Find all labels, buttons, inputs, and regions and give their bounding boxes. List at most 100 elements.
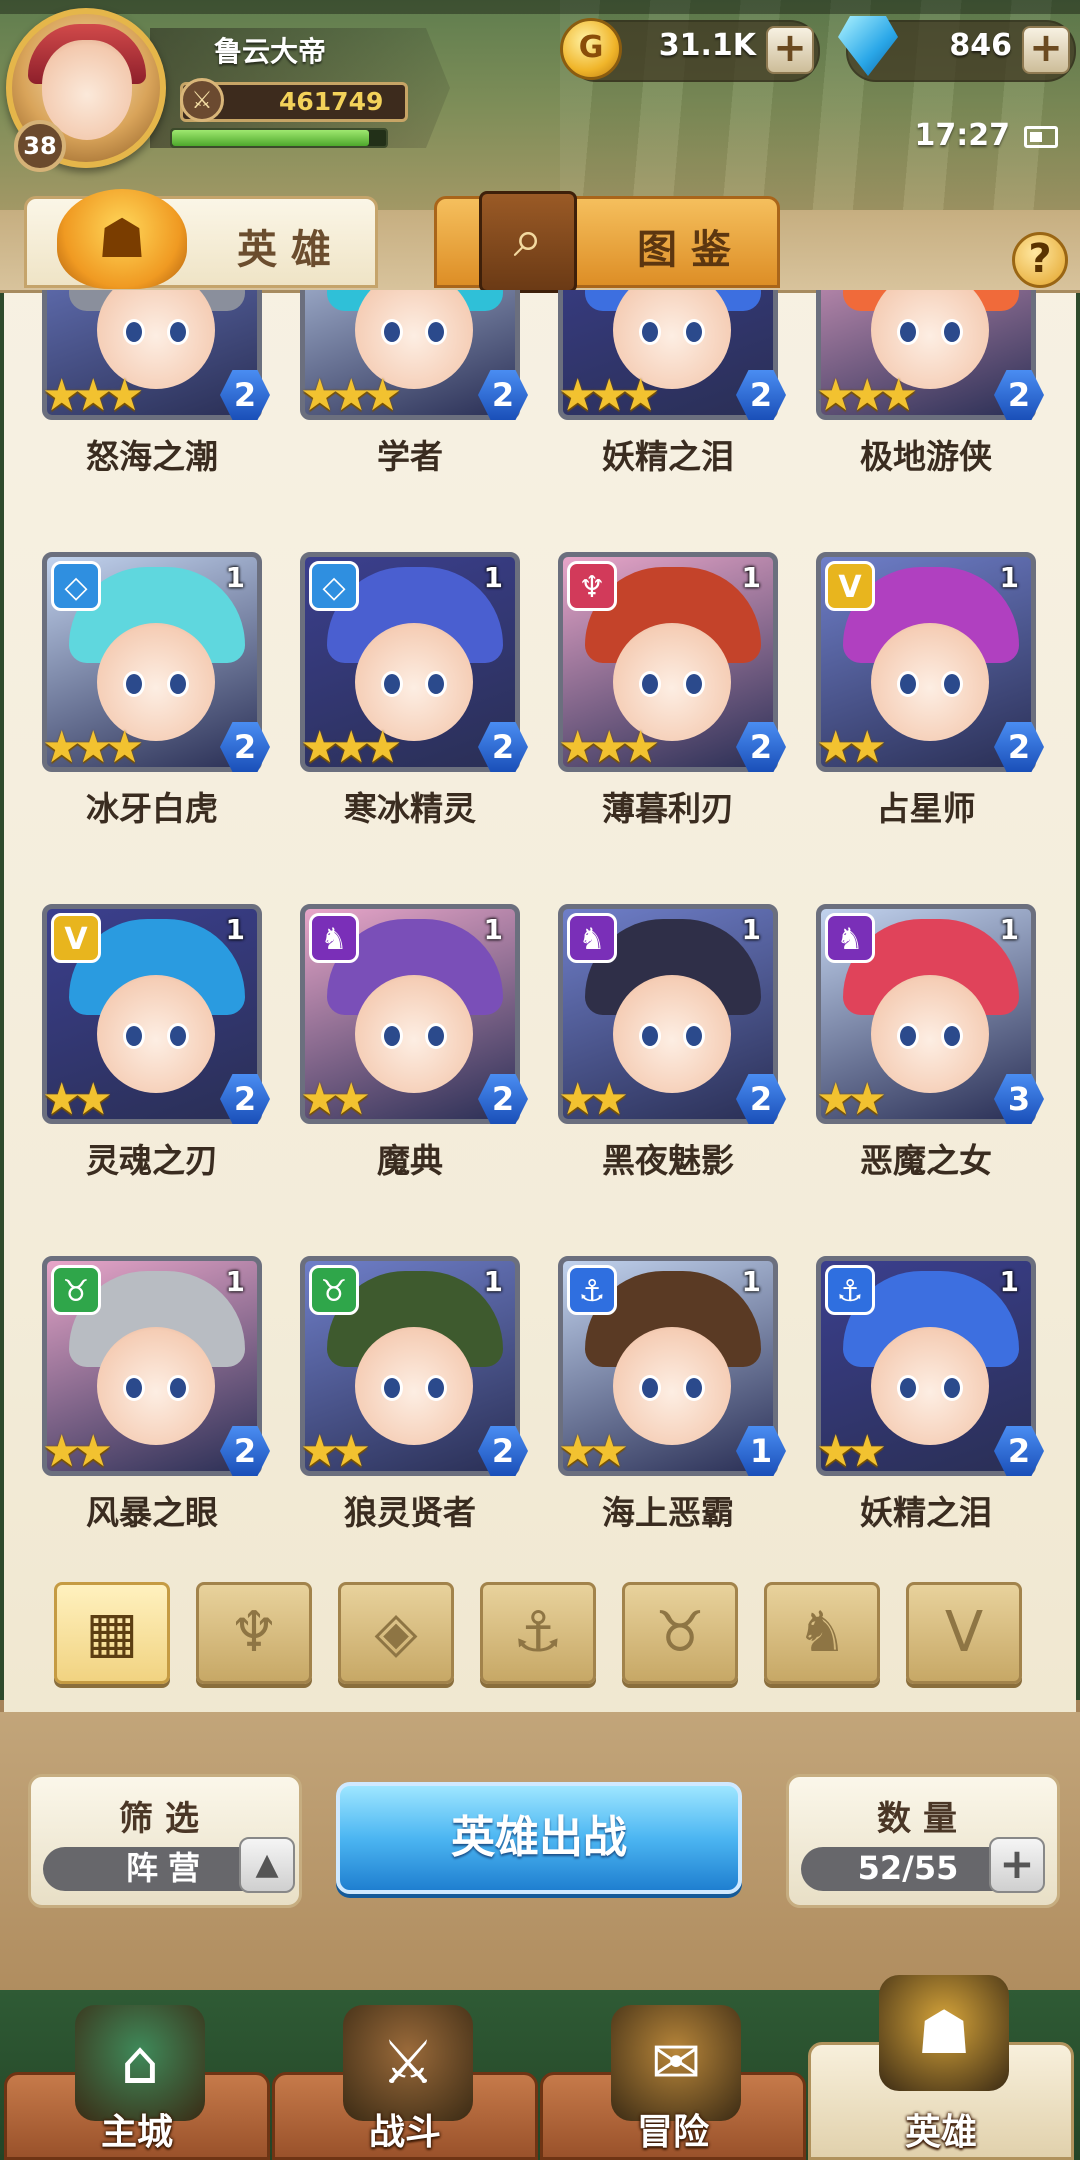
star-rating: ★★ [42, 1426, 113, 1477]
nav-tab-2[interactable]: ⚔ 战斗 [272, 2005, 538, 2160]
hero-eye [123, 1375, 145, 1401]
star-rating: ★★ [816, 1426, 887, 1477]
hero-eye [897, 671, 919, 697]
hero-card[interactable]: ★★★ 2 极地游侠 [816, 290, 1044, 476]
hero-card[interactable]: ★★★ 2 学者 [300, 290, 528, 476]
hero-eye [123, 1023, 145, 1049]
hero-eye [425, 1375, 447, 1401]
hero-card[interactable]: V 1 ★★ 2 灵魂之刃 [42, 904, 270, 1180]
hero-card[interactable]: ♉ 1 ★★ 2 风暴之眼 [42, 1256, 270, 1532]
hero-grade: 1 [483, 913, 503, 946]
hero-grade: 1 [483, 1265, 503, 1298]
hero-eye [167, 671, 189, 697]
nav-tab-1[interactable]: ⌂ 主城 [4, 2005, 270, 2160]
hero-eye [123, 671, 145, 697]
add-gems-button[interactable]: + [1022, 26, 1070, 74]
anchor-filter-icon[interactable]: ⚓ [480, 1582, 596, 1684]
faction-icon: V [825, 561, 875, 611]
hero-name: 学者 [377, 437, 443, 476]
hero-card[interactable]: ♞ 1 ★★ 3 恶魔之女 [816, 904, 1044, 1180]
expand-slots-button[interactable]: + [989, 1837, 1045, 1893]
hero-eye [639, 1023, 661, 1049]
hero-eye [941, 1023, 963, 1049]
hero-card[interactable]: ♉ 1 ★★ 2 狼灵贤者 [300, 1256, 528, 1532]
hero-card[interactable]: ♞ 1 ★★ 2 魔典 [300, 904, 528, 1180]
hero-name: 黑夜魅影 [602, 1141, 734, 1180]
hero-card[interactable]: ★★★ 2 妖精之泪 [558, 290, 786, 476]
hero-face [355, 1327, 473, 1445]
star-rating: ★★ [816, 1074, 887, 1125]
filter-panel: 筛选 阵营 ▲ [28, 1774, 302, 1908]
diamond-filter-icon[interactable]: ◈ [338, 1582, 454, 1684]
hero-grid[interactable]: ★★★ 2 怒海之潮 ★★★ 2 学者 ★★★ 2 妖精之泪 ★★★ 2 极地游侠 ◇ 1 ★★★ 2 冰牙白虎… [0, 290, 1080, 1540]
hero-card[interactable]: ♞ 1 ★★ 2 黑夜魅影 [558, 904, 786, 1180]
helmet-icon: ☗ [57, 189, 187, 289]
star-rating: ★★★ [558, 370, 660, 421]
hero-grade: 1 [999, 913, 1019, 946]
star-rating: ★★★ [300, 722, 402, 773]
hero-eye [683, 319, 705, 345]
hero-name: 海上恶霸 [602, 1493, 734, 1532]
hero-eye [167, 1375, 189, 1401]
helmet-icon: ☗ [879, 1975, 1009, 2091]
flame-filter-icon[interactable]: ♆ [196, 1582, 312, 1684]
exp-bar [170, 128, 388, 148]
nav-label: 主城 [100, 2112, 173, 2153]
hero-eye [941, 1375, 963, 1401]
hero-card[interactable]: ♆ 1 ★★★ 2 薄暮利刃 [558, 552, 786, 828]
hero-eye [639, 319, 661, 345]
star-rating: ★★ [300, 1426, 371, 1477]
faction-filter-row: ▦ ♆ ◈ ⚓ ♉ ♞ V [54, 1582, 1028, 1686]
help-button[interactable]: ? [1012, 232, 1068, 288]
hero-name: 妖精之泪 [602, 437, 734, 476]
faction-icon: ♞ [825, 913, 875, 963]
hero-name: 恶魔之女 [860, 1141, 992, 1180]
chevron-up-icon[interactable]: ▲ [239, 1837, 295, 1893]
hero-card[interactable]: ◇ 1 ★★★ 2 冰牙白虎 [42, 552, 270, 828]
all-heroes-filter-icon[interactable]: ▦ [54, 1582, 170, 1684]
hero-count-value: 52/55 [801, 1847, 1015, 1891]
tab-codex-label: 图鉴 [637, 227, 745, 273]
hero-eye [639, 1375, 661, 1401]
hero-card[interactable]: V 1 ★★ 2 占星师 [816, 552, 1044, 828]
demon-filter-icon[interactable]: ♞ [764, 1582, 880, 1684]
hero-name: 冰牙白虎 [86, 789, 218, 828]
hero-card[interactable]: ◇ 1 ★★★ 2 寒冰精灵 [300, 552, 528, 828]
hero-card[interactable]: ★★★ 2 怒海之潮 [42, 290, 270, 476]
beast-filter-icon[interactable]: ♉ [622, 1582, 738, 1684]
hero-name: 灵魂之刃 [86, 1141, 218, 1180]
add-gold-button[interactable]: + [766, 26, 814, 74]
hero-name: 薄暮利刃 [602, 789, 734, 828]
hero-name: 占星师 [876, 789, 976, 828]
star-rating: ★★★ [558, 722, 660, 773]
hero-grade: 1 [225, 913, 245, 946]
star-rating: ★★ [558, 1426, 629, 1477]
clock-time: 17:27 [914, 118, 1011, 153]
hero-name: 寒冰精灵 [344, 789, 476, 828]
tab-codex[interactable]: ⌕ 图鉴 [434, 191, 780, 293]
nav-label: 战斗 [368, 2112, 441, 2153]
hero-card[interactable]: ⚓ 1 ★★ 1 海上恶霸 [558, 1256, 786, 1532]
hero-name: 极地游侠 [860, 437, 992, 476]
nav-tab-4[interactable]: ☗ 英雄 [808, 1975, 1074, 2160]
wing-filter-icon[interactable]: V [906, 1582, 1022, 1684]
tab-heroes-label: 英雄 [237, 227, 345, 273]
star-rating: ★★ [42, 1074, 113, 1125]
battery-icon [1024, 126, 1058, 148]
hero-face [97, 1327, 215, 1445]
faction-icon: ♞ [309, 913, 359, 963]
faction-icon: ◇ [309, 561, 359, 611]
deploy-heroes-button[interactable]: 英雄出战 [336, 1782, 742, 1894]
tab-heroes[interactable]: ☗ 英雄 [24, 189, 378, 289]
gem-counter: 846 + [838, 16, 1076, 82]
hero-eye [425, 319, 447, 345]
hero-face [355, 975, 473, 1093]
hero-eye [167, 1023, 189, 1049]
star-rating: ★★★ [300, 370, 402, 421]
nav-tab-3[interactable]: ✉ 冒险 [540, 2005, 806, 2160]
hero-grade: 1 [741, 1265, 761, 1298]
gold-counter: G 31.1K + [560, 18, 820, 82]
hero-card[interactable]: ⚓ 1 ★★ 2 妖精之泪 [816, 1256, 1044, 1532]
star-rating: ★★★ [816, 370, 918, 421]
hero-eye [639, 671, 661, 697]
